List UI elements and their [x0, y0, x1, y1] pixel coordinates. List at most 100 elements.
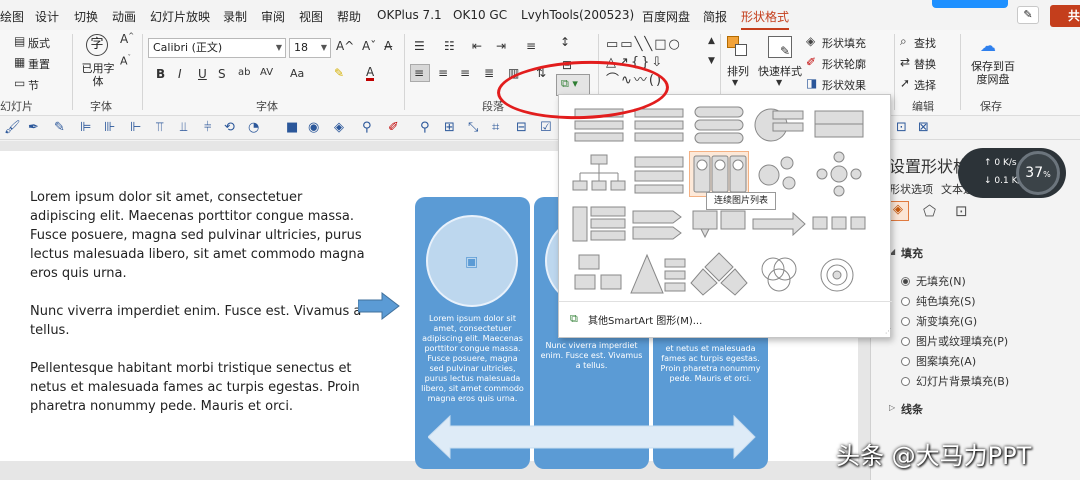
smartart-layout[interactable]	[809, 201, 869, 247]
background-fill-radio[interactable]: 幻灯片背景填充(B)	[901, 373, 1009, 389]
smartart-layout[interactable]	[569, 151, 629, 197]
line-spacing-icon[interactable]: ≡	[526, 39, 536, 53]
chevron-right-icon[interactable]: ▷	[889, 403, 895, 412]
align-right-icon[interactable]: ≡	[460, 66, 470, 80]
align-bottom-objects-icon[interactable]: ⫩	[204, 120, 211, 135]
tab-shape-format[interactable]: 形状格式	[741, 8, 790, 31]
align-top-objects-icon[interactable]: ⫪	[156, 120, 163, 135]
line-section-header[interactable]: 线条	[901, 401, 923, 417]
smartart-layout[interactable]	[629, 151, 689, 197]
shrink-font-icon[interactable]: Aˇ	[362, 39, 376, 53]
font-color-icon[interactable]: A	[366, 66, 375, 81]
shapes-scroll-up-icon[interactable]: ▲	[708, 36, 715, 46]
eyedropper-icon[interactable]: ✒	[28, 120, 39, 135]
card-text[interactable]: Nunc viverra imperdiet enim. Fusce est. …	[538, 341, 645, 371]
solid-fill-radio[interactable]: 纯色填充(S)	[901, 293, 976, 309]
arrange-button[interactable]: 排列	[727, 63, 749, 79]
save-to-baidu-button[interactable]: 保存到百度网盘	[968, 60, 1018, 86]
font-name-combo[interactable]: Calibri (正文) ▼	[148, 38, 286, 58]
smartart-layout[interactable]	[809, 251, 869, 297]
increase-indent-icon[interactable]: ⇥	[496, 39, 506, 53]
smartart-layout[interactable]	[749, 151, 809, 197]
section-button[interactable]: 节	[28, 77, 39, 93]
character-spacing-button[interactable]: AV	[260, 67, 273, 78]
pattern-fill-radio[interactable]: 图案填充(A)	[901, 353, 976, 369]
layout-button[interactable]: 版式	[28, 35, 50, 51]
circle-fill-icon[interactable]: ◉	[308, 120, 319, 135]
align-left-objects-icon[interactable]: ⊫	[80, 120, 91, 135]
size-properties-icon[interactable]: ⊡	[955, 202, 968, 220]
more-smartart-graphics-item[interactable]: 其他SmartArt 图形(M)...	[588, 312, 702, 327]
double-arrow-shape[interactable]	[428, 415, 756, 459]
grow-font-icon[interactable]: A^	[120, 32, 134, 46]
outline-color-icon[interactable]: ✐	[388, 120, 399, 135]
shape-effects-button[interactable]: 形状效果	[822, 77, 866, 93]
quick-styles-button[interactable]: 快速样式	[758, 63, 802, 79]
smartart-layout[interactable]	[809, 101, 869, 147]
tab-record[interactable]: 录制	[223, 8, 247, 25]
text-direction-icon[interactable]: ↕	[560, 35, 570, 49]
tab-brief[interactable]: 简报	[703, 8, 727, 25]
pentagon-icon[interactable]: ⬠	[923, 202, 936, 220]
card-text[interactable]: et netus et malesuada fames ac turpis eg…	[659, 344, 762, 384]
shadow-icon[interactable]: ab	[238, 67, 250, 78]
justify-icon[interactable]: ≣	[484, 66, 494, 80]
tab-review[interactable]: 审阅	[261, 8, 285, 25]
fill-section-header[interactable]: 填充	[901, 245, 923, 261]
network-speed-widget[interactable]: ↑ 0 K/s ↓ 0.1 K/s 37%	[958, 148, 1066, 198]
grid-select-icon[interactable]: ⊞	[444, 120, 455, 135]
continuous-picture-list-layout[interactable]	[689, 151, 749, 197]
format-painter-icon[interactable]: 🖌	[4, 120, 21, 135]
tab-draw[interactable]: 绘图	[0, 8, 24, 25]
brush-icon[interactable]: ✎	[54, 120, 65, 135]
shrink-font-icon[interactable]: Aˇ	[120, 54, 131, 68]
tab-lvyhtools[interactable]: LvyhTools(200523)	[521, 8, 634, 22]
share-button[interactable]: 共	[1050, 5, 1080, 27]
change-case-icon[interactable]: Aa	[290, 67, 304, 80]
smartart-layout[interactable]	[629, 201, 689, 247]
used-fonts-button[interactable]: 已用字体	[80, 62, 116, 88]
tab-ok10[interactable]: OK10 GC	[453, 8, 507, 22]
tab-shape-options[interactable]: 形状选项	[889, 181, 933, 197]
align-right-objects-icon[interactable]: ⊩	[130, 120, 141, 135]
comment-icon[interactable]: ✎	[1017, 6, 1039, 24]
reset-button[interactable]: 重置	[28, 56, 50, 72]
slide-paragraph[interactable]: Pellentesque habitant morbi tristique se…	[30, 359, 370, 416]
bullets-icon[interactable]: ☰	[414, 39, 425, 53]
align-center-icon[interactable]: ≡	[438, 66, 448, 80]
tab-design[interactable]: 设计	[35, 8, 59, 25]
shape-swap-icon[interactable]: ◔	[248, 120, 259, 135]
gradient-fill-radio[interactable]: 渐变填充(G)	[901, 313, 977, 329]
right-arrow-shape[interactable]	[358, 292, 400, 320]
select-button[interactable]: 选择	[914, 77, 936, 93]
tab-view[interactable]: 视图	[299, 8, 323, 25]
tab-transitions[interactable]: 切换	[74, 8, 98, 25]
smartart-layout[interactable]	[569, 201, 629, 247]
highlight-icon[interactable]: ✎	[334, 66, 344, 80]
tab-slideshow[interactable]: 幻灯片放映	[150, 8, 210, 25]
font-size-combo[interactable]: 18 ▼	[289, 38, 331, 58]
no-fill-radio[interactable]: 无填充(N)	[901, 273, 966, 289]
slide-paragraph[interactable]: Nunc viverra imperdiet enim. Fusce est. …	[30, 302, 370, 340]
smartart-layout[interactable]	[749, 101, 809, 147]
clear-format-icon[interactable]: A̶	[384, 39, 392, 53]
underline-button[interactable]: U	[198, 67, 207, 81]
smartart-layout[interactable]	[689, 101, 749, 147]
copy-size-icon[interactable]: ⊡	[896, 120, 907, 135]
decrease-indent-icon[interactable]: ⇤	[472, 39, 482, 53]
smartart-layout[interactable]	[689, 251, 749, 297]
tab-help[interactable]: 帮助	[337, 8, 361, 25]
slide-paragraph[interactable]: Lorem ipsum dolor sit amet, consectetuer…	[30, 188, 370, 283]
rotate-icon[interactable]: ⟲	[224, 120, 235, 135]
smartart-layout[interactable]	[749, 251, 809, 297]
picture-placeholder[interactable]: ▣	[426, 215, 518, 307]
distribute-icon[interactable]: ⊟	[516, 120, 527, 135]
bold-button[interactable]: B	[156, 67, 165, 81]
card-text[interactable]: Lorem ipsum dolor sit amet, consectetuer…	[421, 314, 524, 404]
grow-font-icon[interactable]: A^	[336, 39, 354, 53]
pipette-icon[interactable]: ⚲	[362, 120, 372, 135]
shapes-scroll-down-icon[interactable]: ▼	[708, 56, 715, 66]
crop-icon[interactable]: ⌗	[492, 120, 499, 135]
align-center-objects-icon[interactable]: ⊪	[104, 120, 115, 135]
numbering-icon[interactable]: ☷	[444, 39, 455, 53]
